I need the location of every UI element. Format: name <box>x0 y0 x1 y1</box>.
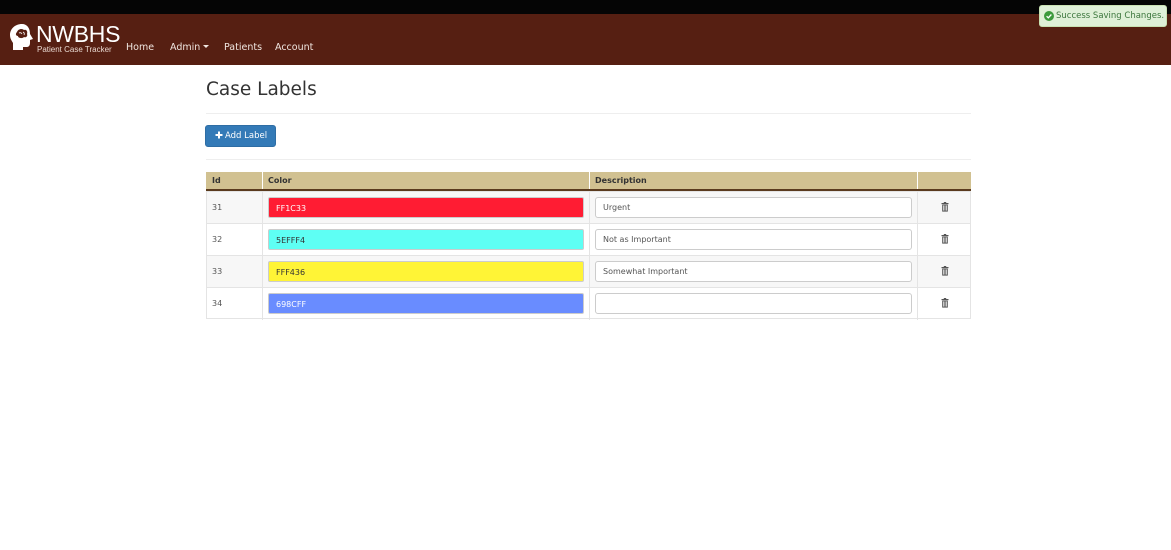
navbar: NWBHS Patient Case Tracker Home Admin Pa… <box>0 14 1171 65</box>
divider <box>206 159 971 160</box>
cell-separator <box>589 192 590 224</box>
header-id: Id <box>212 176 221 185</box>
header-separator <box>589 172 590 189</box>
nav-home[interactable]: Home <box>126 42 154 53</box>
header-separator <box>917 172 918 189</box>
brand-name: NWBHS <box>36 21 121 47</box>
cell-separator <box>262 192 263 224</box>
trash-icon[interactable] <box>941 202 949 212</box>
row-id: 31 <box>212 203 223 212</box>
nav-account[interactable]: Account <box>275 42 313 53</box>
header-color: Color <box>268 176 292 185</box>
cell-separator <box>589 256 590 288</box>
cell-separator <box>262 224 263 256</box>
cell-separator <box>262 288 263 320</box>
divider <box>206 113 971 114</box>
table-row: 34 698CFF <box>206 287 971 320</box>
page-title: Case Labels <box>206 79 317 100</box>
row-id: 33 <box>212 267 223 276</box>
table-border <box>206 318 971 319</box>
trash-icon[interactable] <box>941 234 949 244</box>
row-id: 32 <box>212 235 223 244</box>
description-input[interactable] <box>595 229 912 250</box>
success-toast[interactable]: Success Saving Changes. <box>1039 5 1167 27</box>
head-brain-logo-icon <box>10 24 33 50</box>
cell-separator <box>589 224 590 256</box>
row-id: 34 <box>212 299 223 308</box>
plus-icon <box>215 131 223 139</box>
table-header: Id Color Description <box>206 172 971 191</box>
color-field[interactable]: FF1C33 <box>268 197 584 218</box>
cell-separator <box>917 288 918 320</box>
cell-separator <box>917 224 918 256</box>
trash-icon[interactable] <box>941 298 949 308</box>
description-input[interactable] <box>595 261 912 282</box>
color-field[interactable]: 5EFFF4 <box>268 229 584 250</box>
brand-logo[interactable]: NWBHS Patient Case Tracker <box>9 21 120 62</box>
cell-separator <box>589 288 590 320</box>
table-row: 31 FF1C33 <box>206 191 971 224</box>
toast-message: Success Saving Changes. <box>1056 11 1165 21</box>
trash-icon[interactable] <box>941 266 949 276</box>
nav-admin-dropdown[interactable]: Admin <box>170 42 210 53</box>
table-row: 33 FFF436 <box>206 255 971 288</box>
table-row: 32 5EFFF4 <box>206 223 971 256</box>
check-circle-icon <box>1044 11 1054 21</box>
cell-separator <box>917 256 918 288</box>
add-label-button[interactable]: Add Label <box>205 125 276 147</box>
nav-admin-label: Admin <box>170 42 201 53</box>
cell-separator <box>917 192 918 224</box>
caret-down-icon <box>203 45 210 48</box>
table-border <box>206 191 207 319</box>
header-description: Description <box>595 176 647 185</box>
color-field[interactable]: FFF436 <box>268 261 584 282</box>
nav-patients[interactable]: Patients <box>224 42 262 53</box>
color-field[interactable]: 698CFF <box>268 293 584 314</box>
table-border <box>970 191 971 319</box>
cell-separator <box>262 256 263 288</box>
description-input[interactable] <box>595 197 912 218</box>
brand-subtitle: Patient Case Tracker <box>37 45 112 54</box>
add-label-button-text: Add Label <box>225 131 268 141</box>
browser-top-strip <box>0 0 1171 14</box>
header-separator <box>262 172 263 189</box>
description-input[interactable] <box>595 293 912 314</box>
